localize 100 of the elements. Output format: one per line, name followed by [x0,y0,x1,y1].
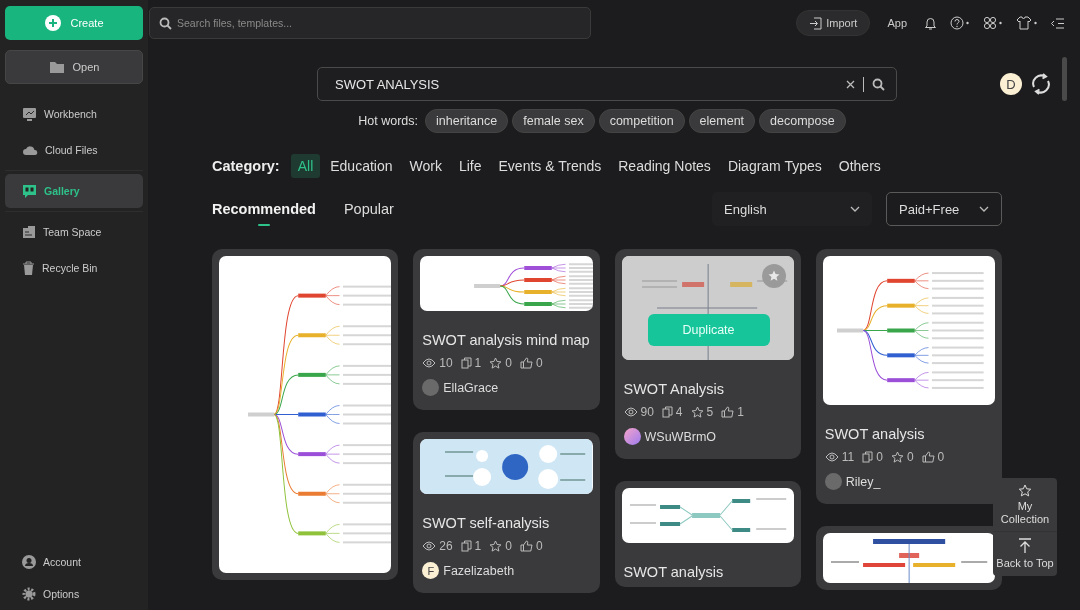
scrollbar-thumb[interactable] [1062,57,1067,101]
card-title: SWOT analysis [622,564,725,580]
dropdown[interactable]: Paid+Free [886,192,1002,226]
stat-count: 1 [474,356,482,370]
document-icon [22,225,36,239]
search-icon [159,17,172,30]
sort-tab[interactable]: Popular [343,192,394,226]
category-tab[interactable]: Work [402,154,449,178]
stat-count: 11 [841,450,855,464]
template-card[interactable]: SWOT self-analysis 26 1 0 0 F Fazelizabeth [413,432,600,593]
category-tab[interactable]: Others [831,154,888,178]
thumbs-up-icon [520,540,533,552]
hot-word-chip[interactable]: competition [598,109,685,133]
shirt-icon[interactable] [1016,16,1037,30]
user-avatar[interactable]: D [1000,73,1022,95]
refresh-icon[interactable] [1030,73,1052,95]
avatar [623,428,641,445]
star-icon [489,357,503,369]
folder-icon [48,60,65,74]
stat-count: 4 [675,405,683,419]
category-tab[interactable]: Reading Notes [611,154,718,178]
template-card[interactable]: SWOT analysis mind map 10 1 0 0 EllaGrace [413,249,600,410]
star-icon [890,451,904,463]
hot-word-chip[interactable]: decompose [759,109,846,133]
card-title: SWOT analysis mind map [421,332,591,348]
sidebar-item[interactable]: Options [5,580,143,608]
avatar [422,379,440,396]
category-tab[interactable]: Education [323,154,400,178]
category-tab[interactable]: Diagram Types [720,154,829,178]
template-card[interactable]: SWOT analysis 11 0 0 0 Riley_ [815,249,1002,504]
cloud-icon [22,144,38,156]
eye-icon [623,407,638,417]
dropdown[interactable]: English [712,192,872,226]
category-tab[interactable]: Events & Trends [491,154,609,178]
monitor-icon [22,107,37,121]
copy-icon [460,357,472,369]
search-field[interactable]: SWOT ANALYSIS [317,67,897,101]
eye-icon [824,452,839,462]
eye-icon [422,358,437,368]
stat-count: 0 [536,539,543,553]
grid-icon[interactable] [983,16,1003,30]
chevron-down-icon [979,206,989,212]
sidebar-item[interactable]: Workbench [5,97,143,131]
avatar [824,473,842,490]
sidebar-item[interactable]: Account [5,548,143,576]
arrow-up-icon [1018,538,1032,555]
stat-count: 5 [706,405,714,419]
sidebar-item[interactable]: Gallery [5,174,143,208]
hot-word-chip[interactable]: inheritance [425,109,509,133]
category-tab[interactable]: Life [451,154,489,178]
sidebar-item[interactable]: Cloud Files [5,133,143,167]
sort-tab[interactable]: Recommended [212,192,316,226]
template-card[interactable]: SWOT analysis [614,481,801,587]
stat-count: 1 [737,405,744,419]
stat-count: 0 [906,450,914,464]
hot-words-label: Hot words: [358,114,419,128]
eye-icon [422,541,437,551]
app-link[interactable]: App [887,17,907,29]
sidebar-item[interactable]: Recycle Bin [5,251,143,285]
stat-count: 0 [505,356,512,370]
star-icon [767,270,780,282]
avatar: F [422,562,440,579]
help-icon[interactable] [950,16,970,30]
search-field[interactable]: Search files, templates... [149,7,591,39]
stat-count: 90 [640,405,654,419]
chat-bubble-icon [22,183,37,199]
stat-count: 10 [439,356,453,370]
bell-icon[interactable] [924,16,937,30]
category-label: Category: [212,158,280,174]
gear-icon [22,587,36,601]
thumbs-up-icon [721,406,735,418]
hot-word-chip[interactable]: element [688,109,756,133]
card-title: SWOT analysis [823,426,926,442]
author-name: WSuWBrmO [644,429,717,444]
thumbs-up-icon [921,451,935,463]
stat-count: 0 [536,356,543,370]
category-tab[interactable]: All [290,154,321,178]
stat-count: 0 [876,450,883,464]
hot-word-chip[interactable]: female sex [512,109,595,133]
stat-count: 0 [505,539,512,553]
star-icon [1018,484,1032,497]
import-button[interactable]: Import [796,10,871,36]
stat-count: 26 [439,539,453,553]
search-icon[interactable] [872,78,885,91]
stat-count: 1 [474,539,482,553]
open-button[interactable]: Open [5,50,143,84]
float-button[interactable]: Back to Top [993,531,1057,576]
collapse-menu-icon[interactable] [1050,16,1065,30]
import-icon [809,16,823,30]
star-icon [690,406,704,418]
stat-count: 0 [937,450,945,464]
author-name: Riley_ [845,474,881,489]
sidebar-item[interactable]: Team Space [5,215,143,249]
star-icon [489,540,503,552]
user-icon [22,555,36,569]
copy-icon [862,451,874,463]
trash-icon [22,260,35,276]
clear-icon[interactable] [846,80,855,89]
plus-icon [44,14,63,32]
author-name: Fazelizabeth [443,563,515,578]
